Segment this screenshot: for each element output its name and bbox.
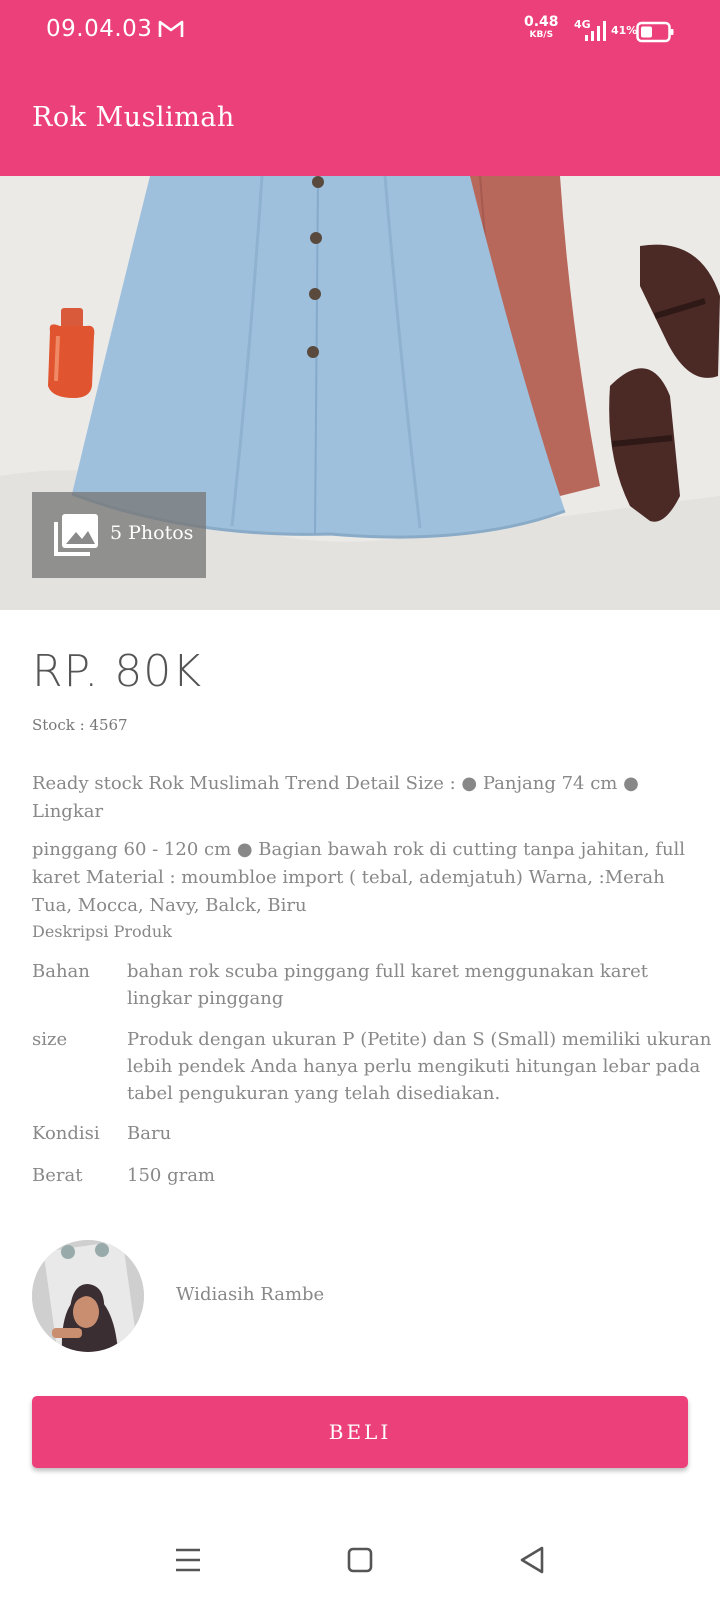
network-speed-value: 0.48	[524, 14, 559, 30]
spec-value: bahan rok scuba pinggang full karet meng…	[127, 961, 649, 1009]
system-nav-bar	[0, 1520, 720, 1600]
buy-button[interactable]: BELI	[32, 1396, 688, 1468]
network-speed: 0.48 KB/S	[524, 14, 559, 42]
details-heading: Deskripsi Produk	[32, 922, 172, 941]
spec-value: Baru	[127, 1123, 172, 1144]
battery-percent: 41%	[611, 24, 638, 37]
status-time: 09.04.03	[46, 16, 153, 42]
network-speed-unit: KB/S	[529, 30, 554, 40]
product-description: Ready stock Rok Muslimah Trend Detail Si…	[32, 770, 692, 920]
buy-button-label: BELI	[328, 1420, 392, 1444]
spec-key: Bahan	[32, 961, 90, 982]
app-bar: Rok Muslimah	[0, 64, 720, 176]
spec-key: size	[32, 1029, 68, 1050]
product-stock: Stock : 4567	[32, 716, 128, 734]
spec-key: Kondisi	[32, 1123, 100, 1144]
gmail-icon	[158, 20, 184, 37]
description-body: pinggang 60 - 120 cm ● Bagian bawah rok …	[32, 839, 686, 916]
home-icon[interactable]	[340, 1540, 380, 1580]
description-line-1: Ready stock Rok Muslimah Trend Detail Si…	[32, 773, 639, 822]
battery-icon	[636, 21, 674, 43]
spec-value: 150 gram	[127, 1165, 216, 1186]
seller-name[interactable]: Widiasih Rambe	[176, 1284, 324, 1305]
signal-icon	[585, 21, 606, 41]
seller-avatar[interactable]	[32, 1240, 144, 1352]
menu-icon[interactable]	[168, 1540, 208, 1580]
product-price: RP. 80K	[32, 646, 203, 697]
photos-count-chip[interactable]: 5 Photos	[32, 492, 206, 578]
status-bar: 09.04.03 0.48 KB/S 4G 41%	[0, 0, 720, 64]
avatar-photo	[32, 1240, 144, 1352]
photos-label: 5 Photos	[110, 522, 194, 544]
back-icon[interactable]	[512, 1540, 552, 1580]
gallery-icon	[54, 514, 98, 556]
page-title: Rok Muslimah	[32, 102, 235, 133]
product-image[interactable]: 5 Photos	[0, 176, 720, 610]
spec-key: Berat	[32, 1165, 83, 1186]
spec-value: Produk dengan ukuran P (Petite) dan S (S…	[127, 1029, 712, 1104]
